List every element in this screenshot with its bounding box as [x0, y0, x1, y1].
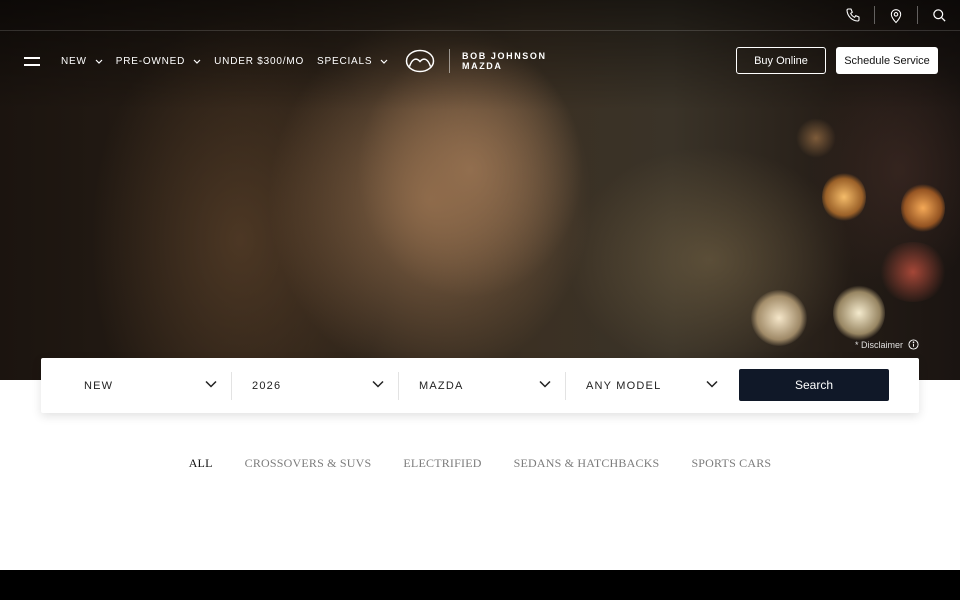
vehicle-category-tabs: ALL CROSSOVERS & SUVS ELECTRIFIED SEDANS…	[0, 456, 960, 471]
hero-banner: NEW PRE-OWNED UNDER $300/MO SPECIALS BOB…	[0, 0, 960, 380]
search-button[interactable]: Search	[739, 369, 889, 401]
make-value: MAZDA	[419, 379, 464, 392]
page: NEW PRE-OWNED UNDER $300/MO SPECIALS BOB…	[0, 0, 960, 600]
chevron-down-icon	[205, 380, 217, 388]
nav-item-specials[interactable]: SPECIALS	[317, 56, 388, 67]
bokeh-light	[751, 290, 807, 346]
tab-crossovers-suvs[interactable]: CROSSOVERS & SUVS	[245, 456, 372, 471]
nav-item-label: SPECIALS	[317, 55, 373, 67]
tab-electrified[interactable]: ELECTRIFIED	[403, 456, 481, 471]
schedule-service-button[interactable]: Schedule Service	[836, 47, 938, 74]
condition-select[interactable]: NEW	[41, 358, 231, 413]
utility-bar	[832, 0, 960, 30]
chevron-down-icon	[193, 59, 201, 64]
bokeh-light	[822, 172, 866, 222]
bokeh-light	[796, 118, 836, 158]
chevron-down-icon	[372, 380, 384, 388]
nav-item-new[interactable]: NEW	[61, 56, 103, 67]
nav-menu: NEW PRE-OWNED UNDER $300/MO SPECIALS	[61, 31, 401, 91]
logo-divider	[449, 49, 450, 73]
nav-item-label: NEW	[61, 55, 87, 67]
tab-sports-cars[interactable]: SPORTS CARS	[691, 456, 771, 471]
year-select[interactable]: 2026	[232, 358, 398, 413]
hamburger-menu-icon[interactable]	[24, 57, 40, 67]
chevron-down-icon	[95, 59, 103, 64]
vehicle-search-panel: NEW 2026 MAZDA ANY MODEL Search	[41, 358, 919, 413]
nav-item-pre-owned[interactable]: PRE-OWNED	[116, 56, 201, 67]
dealer-name: BOB JOHNSON MAZDA	[462, 51, 547, 71]
disclaimer-label: * Disclaimer	[854, 339, 903, 350]
dealer-logo[interactable]: BOB JOHNSON MAZDA	[405, 48, 547, 74]
chevron-down-icon	[706, 380, 718, 388]
nav-item-under-300[interactable]: UNDER $300/MO	[214, 56, 304, 67]
nav-item-label: UNDER $300/MO	[214, 55, 305, 67]
buy-online-button[interactable]: Buy Online	[736, 47, 826, 74]
bokeh-light	[833, 285, 885, 341]
chevron-down-icon	[539, 380, 551, 388]
tab-all[interactable]: ALL	[189, 456, 213, 471]
main-nav: NEW PRE-OWNED UNDER $300/MO SPECIALS BOB…	[0, 31, 960, 91]
dealer-name-line1: BOB JOHNSON	[462, 51, 547, 61]
mazda-logo-icon	[405, 49, 435, 73]
tab-sedans-hatchbacks[interactable]: SEDANS & HATCHBACKS	[514, 456, 660, 471]
bokeh-light	[901, 183, 945, 233]
disclaimer-link[interactable]: * Disclaimer	[855, 339, 919, 350]
info-icon	[908, 339, 919, 350]
chevron-down-icon	[380, 59, 388, 64]
dealer-name-line2: MAZDA	[462, 61, 503, 71]
year-value: 2026	[252, 379, 282, 392]
location-pin-icon[interactable]	[875, 0, 917, 30]
model-value: ANY MODEL	[586, 379, 662, 392]
search-icon[interactable]	[918, 0, 960, 30]
phone-icon[interactable]	[832, 0, 874, 30]
footer-band	[0, 570, 960, 600]
condition-value: NEW	[84, 379, 114, 392]
nav-item-label: PRE-OWNED	[115, 55, 186, 67]
bokeh-light	[878, 242, 948, 302]
make-select[interactable]: MAZDA	[399, 358, 565, 413]
model-select[interactable]: ANY MODEL	[566, 358, 732, 413]
